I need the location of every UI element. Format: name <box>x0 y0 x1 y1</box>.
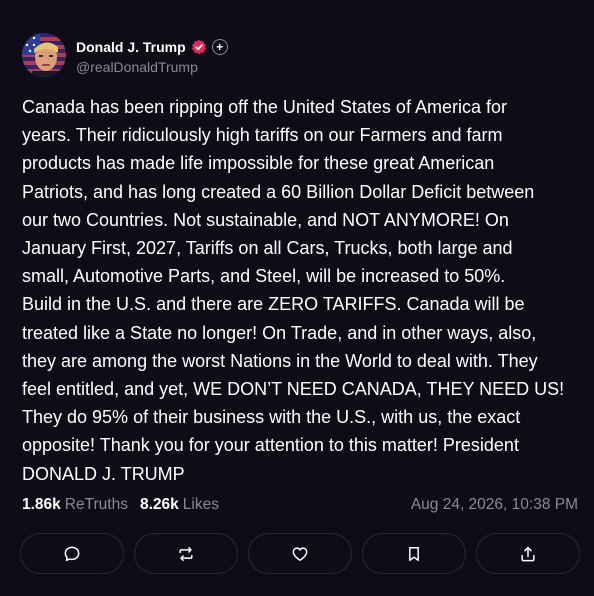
share-icon <box>521 546 535 561</box>
repost-icon <box>179 546 193 561</box>
plus-badge: + <box>211 38 228 55</box>
reply-button[interactable] <box>20 533 124 574</box>
post-header: Donald J. Trump + @realDonaldTrump <box>22 32 228 78</box>
post-card: Donald J. Trump + @realDonaldTrump Canad… <box>0 0 594 596</box>
verified-check-icon <box>191 39 207 55</box>
post-timestamp[interactable]: Aug 24, 2026, 10:38 PM <box>411 496 578 514</box>
retruths-label[interactable]: ReTruths <box>65 496 128 514</box>
action-bar <box>20 533 580 575</box>
avatar[interactable] <box>22 33 66 77</box>
retruths-count[interactable]: 1.86k <box>22 496 61 514</box>
likes-label[interactable]: Likes <box>183 496 219 514</box>
retruth-button[interactable] <box>134 533 238 574</box>
bookmark-button[interactable] <box>362 533 466 574</box>
heart-icon <box>292 546 308 561</box>
author-names: Donald J. Trump + @realDonaldTrump <box>76 36 228 75</box>
comment-icon <box>64 546 80 561</box>
display-name[interactable]: Donald J. Trump <box>76 39 186 55</box>
post-stats: 1.86k ReTruths 8.26k Likes Aug 24, 2026,… <box>22 494 578 516</box>
user-handle[interactable]: @realDonaldTrump <box>76 59 228 75</box>
share-button[interactable] <box>476 533 580 574</box>
name-row: Donald J. Trump + <box>76 36 228 58</box>
like-button[interactable] <box>248 533 352 574</box>
bookmark-icon <box>409 546 419 561</box>
post-text: Canada has been ripping off the United S… <box>22 97 565 484</box>
likes-count[interactable]: 8.26k <box>140 496 179 514</box>
avatar-image <box>22 33 66 77</box>
